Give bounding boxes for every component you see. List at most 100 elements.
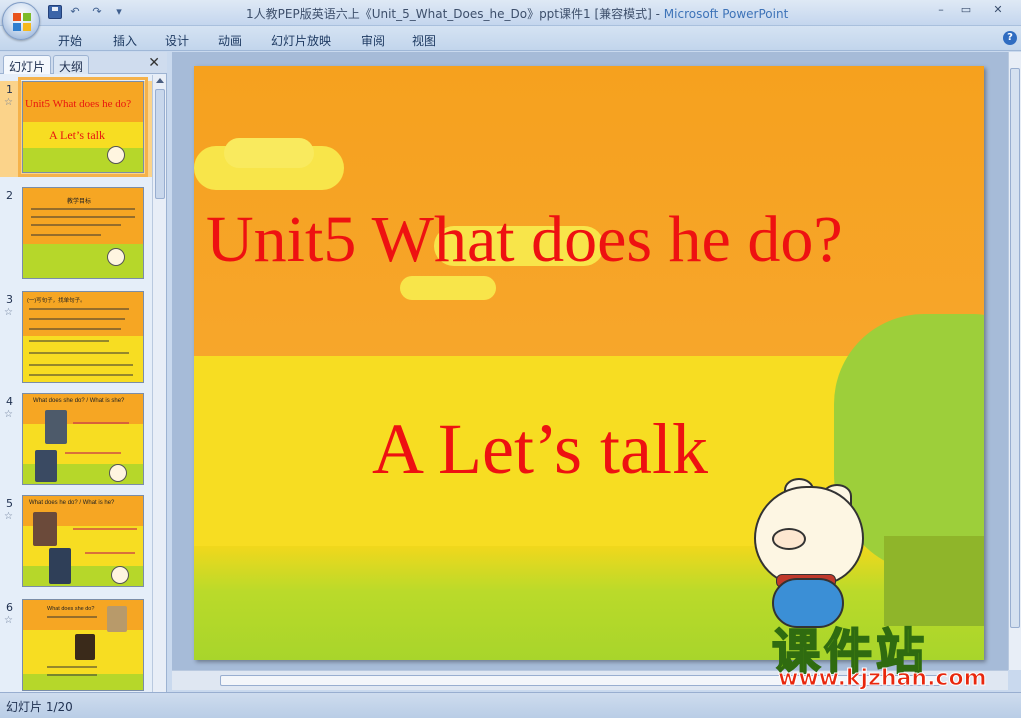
panel-tabs: 幻灯片 大纲 ✕ [0, 52, 167, 74]
slide-counter: 幻灯片 1/20 [6, 700, 73, 714]
slide-thumbnail-6[interactable]: 6 ☆ What does she do? [0, 599, 152, 692]
scroll-thumb[interactable] [155, 89, 165, 199]
close-panel-icon[interactable]: ✕ [148, 55, 160, 71]
thumb-text-line [31, 208, 135, 210]
thumb-text-line [73, 422, 129, 424]
watermark-url: www.kjzhan.com [778, 666, 988, 692]
thumb-person-image [75, 634, 95, 660]
thumbnail-number: 1 [6, 83, 13, 96]
thumb-title: What does he do? / What is he? [29, 500, 115, 506]
thumb-grass [23, 148, 143, 172]
slide-title[interactable]: Unit5 What does he do? [206, 202, 843, 278]
pig-character-image [754, 486, 864, 586]
scroll-thumb[interactable] [1010, 68, 1020, 628]
thumbnail-frame: What does she do? / What is she? [22, 393, 144, 485]
thumb-text-line [29, 308, 129, 310]
thumbnail-frame: What does he do? / What is he? [22, 495, 144, 587]
office-button[interactable] [2, 2, 40, 40]
slide-vertical-scrollbar[interactable] [1008, 52, 1021, 670]
thumb-text-line [31, 216, 135, 218]
help-icon[interactable]: ? [1003, 31, 1017, 45]
cloud-image [400, 276, 496, 300]
tab-slides[interactable]: 幻灯片 [3, 55, 52, 74]
slide-canvas[interactable]: Unit5 What does he do? A Let’s talk [194, 66, 984, 660]
animation-star-icon: ☆ [4, 307, 13, 318]
thumb-text-line [29, 374, 133, 376]
scroll-up-icon[interactable] [156, 78, 164, 83]
slide-thumbnail-5[interactable]: 5 ☆ What does he do? / What is he? [0, 495, 152, 591]
tab-review[interactable]: 审阅 [361, 32, 385, 49]
slide-thumbnail-2[interactable]: 2 教学目标 [0, 187, 152, 283]
slide-editor: Unit5 What does he do? A Let’s talk [172, 52, 1008, 670]
thumb-text-line [29, 352, 129, 354]
thumbnail-number: 6 [6, 601, 13, 614]
tab-design[interactable]: 设计 [165, 32, 189, 49]
thumbnail-number: 2 [6, 189, 13, 202]
thumbnail-frame: (一)写句子，找单句子。 [22, 291, 144, 383]
tab-view[interactable]: 视图 [412, 32, 436, 49]
tab-insert[interactable]: 插入 [113, 32, 137, 49]
tab-home[interactable]: 开始 [58, 32, 82, 49]
thumb-title: What does she do? / What is she? [33, 398, 125, 404]
customize-qat-icon[interactable]: ▾ [110, 4, 128, 20]
close-button[interactable]: ✕ [979, 2, 1017, 19]
restore-button[interactable]: ▭ [954, 2, 978, 19]
thumbnail-scrollbar[interactable] [152, 75, 166, 692]
undo-icon[interactable]: ↶ [66, 4, 84, 20]
status-bar: 幻灯片 1/20 [0, 692, 1021, 718]
redo-icon[interactable]: ↷ [88, 4, 106, 20]
thumb-pig-icon [107, 146, 125, 164]
thumbnail-frame: Unit5 What does he do? A Let’s talk [18, 77, 148, 177]
app-name: Microsoft PowerPoint [663, 7, 789, 21]
thumb-text-line [73, 528, 137, 530]
thumb-subtitle: A Let’s talk [49, 128, 105, 142]
thumb-text-line [47, 674, 97, 676]
thumb-text-line [29, 328, 121, 330]
minimize-button[interactable]: – [929, 2, 953, 19]
thumb-text-line [29, 364, 133, 366]
quick-access-toolbar: ↶ ↷ ▾ [48, 4, 128, 20]
tab-animations[interactable]: 动画 [218, 32, 242, 49]
thumb-book-image [107, 606, 127, 632]
thumb-text-line [29, 340, 109, 342]
save-icon[interactable] [48, 5, 62, 19]
ribbon-tab-bar: 开始 插入 设计 动画 幻灯片放映 审阅 视图 ? [0, 26, 1021, 51]
slide-thumbnail-3[interactable]: 3 ☆ (一)写句子，找单句子。 [0, 291, 152, 387]
thumb-text-line [65, 452, 121, 454]
slide-thumbnail-1[interactable]: 1 ☆ Unit5 What does he do? A Let’s talk [0, 77, 152, 177]
slides-panel: 幻灯片 大纲 ✕ 1 ☆ Unit5 What does he do? A Le… [0, 52, 167, 692]
thumb-title: What does she do? [47, 606, 95, 612]
thumb-person-image [35, 450, 57, 482]
document-title: 1人教PEP版英语六上《Unit_5_What_Does_he_Do》ppt课件… [246, 7, 664, 21]
thumbnail-number: 5 [6, 497, 13, 510]
thumbnail-frame: What does she do? [22, 599, 144, 691]
slide-subtitle[interactable]: A Let’s talk [372, 408, 708, 491]
tab-slideshow[interactable]: 幻灯片放映 [271, 32, 331, 49]
thumb-person-image [45, 410, 67, 444]
watermark-logo: 课件站 www.kjzhan.com [768, 612, 1008, 694]
thumb-title: Unit5 What does he do? [25, 98, 132, 110]
tab-outline[interactable]: 大纲 [53, 55, 90, 74]
thumb-text-line [85, 552, 135, 554]
thumb-person-image [33, 512, 57, 546]
thumb-person-image [49, 548, 71, 584]
window-controls: – ▭ ✕ [929, 2, 1017, 19]
thumb-grass [23, 674, 143, 690]
thumb-pig-icon [111, 566, 129, 584]
slide-thumbnail-4[interactable]: 4 ☆ What does she do? / What is she? [0, 393, 152, 489]
thumb-title: 教学目标 [67, 199, 92, 205]
cloud-image [224, 138, 314, 168]
thumb-text-line [31, 234, 101, 236]
thumb-text-line [47, 616, 97, 618]
thumbnail-number: 4 [6, 395, 13, 408]
thumb-text-line [29, 318, 125, 320]
animation-star-icon: ☆ [4, 615, 13, 626]
office-logo-icon [13, 13, 31, 31]
thumb-pig-icon [107, 248, 125, 266]
animation-star-icon: ☆ [4, 409, 13, 420]
thumb-title: (一)写句子，找单句子。 [27, 298, 86, 304]
window-title: 1人教PEP版英语六上《Unit_5_What_Does_he_Do》ppt课件… [246, 5, 788, 22]
thumb-text-line [47, 666, 97, 668]
thumb-pig-icon [109, 464, 127, 482]
animation-star-icon: ☆ [4, 511, 13, 522]
